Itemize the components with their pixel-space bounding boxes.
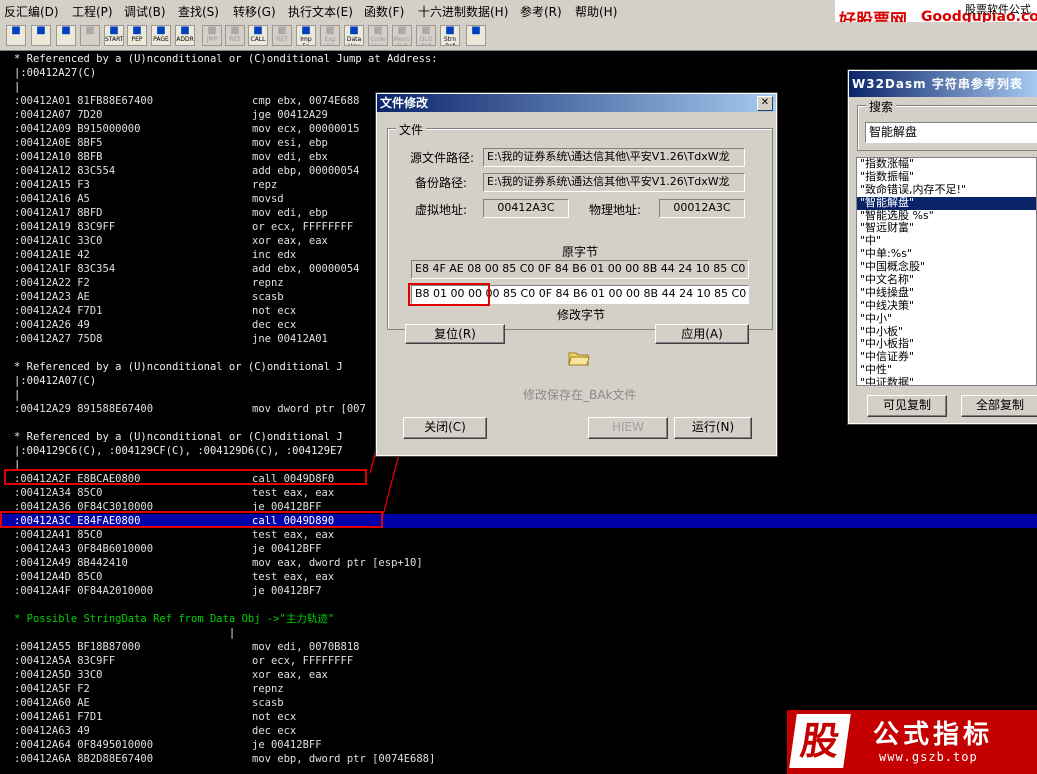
stamp-glyph: 股 <box>789 714 851 768</box>
close-icon[interactable]: ✕ <box>757 96 773 111</box>
close-button[interactable]: 关闭(C) <box>403 417 487 439</box>
string-list-item[interactable]: "中证数据" <box>857 376 1036 385</box>
stamp-title: 公式指标 <box>873 720 994 750</box>
string-list-item[interactable]: "中线决策" <box>857 299 1036 313</box>
search-input[interactable]: 智能解盘 <box>865 122 1037 143</box>
pa-label: 物理地址: <box>589 203 642 217</box>
search-label: 搜索 <box>866 98 897 115</box>
run-button[interactable]: 运行(N) <box>674 417 752 439</box>
mod-bytes-label: 修改字节 <box>557 308 606 322</box>
copy-all-button[interactable]: 全部复制 <box>961 395 1037 417</box>
string-list-item[interactable]: "中线操盘" <box>857 286 1036 300</box>
hiew-button: HIEW <box>588 417 668 439</box>
orig-bytes-label: 原字节 <box>562 245 599 259</box>
va-label: 虚拟地址: <box>415 203 468 217</box>
gszb-logo-stamp: 股 公式指标 www.gszb.top <box>787 710 1037 774</box>
string-list-item[interactable]: "致命错误,内存不足!" <box>857 183 1036 197</box>
orig-bytes-field: E8 4F AE 08 00 85 C0 0F 84 B6 01 00 00 8… <box>411 260 749 279</box>
stamp-url: www.gszb.top <box>879 750 978 764</box>
apply-button[interactable]: 应用(A) <box>655 324 749 344</box>
src-path-label: 源文件路径: <box>410 151 475 165</box>
string-list-item[interactable]: "指数振幅" <box>857 170 1036 184</box>
copy-visible-button[interactable]: 可见复制 <box>867 395 947 417</box>
string-list[interactable]: "指数涨幅" "指数振幅" "致命错误,内存不足!" "智能解盘" "智能选股 %s" "… <box>856 157 1037 386</box>
string-list-item[interactable]: "指数涨幅" <box>857 158 1036 171</box>
bak-path-label: 备份路径: <box>415 176 468 190</box>
group-label: 文件 <box>396 121 427 138</box>
reset-button[interactable]: 复位(R) <box>405 324 505 344</box>
string-refs-title: W32Dasm 字符串参考列表 <box>849 71 1037 97</box>
src-path-field[interactable]: E:\我的证券系统\通达信其他\平安V1.26\TdxW龙 <box>483 148 745 167</box>
va-field[interactable]: 00412A3C <box>483 199 569 218</box>
new-bytes-tail: 85 C0 0F 84 B6 01 00 00 8B 44 24 10 85 C… <box>499 287 749 300</box>
string-list-item[interactable]: "中小" <box>857 312 1036 326</box>
dialog-title: 文件修改 <box>377 94 776 112</box>
bak-path-field[interactable]: E:\我的证券系统\通达信其他\平安V1.26\TdxW龙 <box>483 173 745 192</box>
string-list-item[interactable]: "智能解盘" <box>857 196 1036 210</box>
string-list-item[interactable]: "中文名称" <box>857 273 1036 287</box>
pa-field[interactable]: 00012A3C <box>659 199 745 218</box>
folder-icon <box>568 349 590 367</box>
highlight-new-bytes <box>408 283 490 306</box>
file-patch-dialog: 文件修改 ✕ 文件 源文件路径: E:\我的证券系统\通达信其他\平安V1.26… <box>375 92 778 457</box>
string-list-item[interactable]: "智远财富" <box>857 222 1036 235</box>
save-note: 修改保存在_BAk文件 <box>523 388 637 402</box>
